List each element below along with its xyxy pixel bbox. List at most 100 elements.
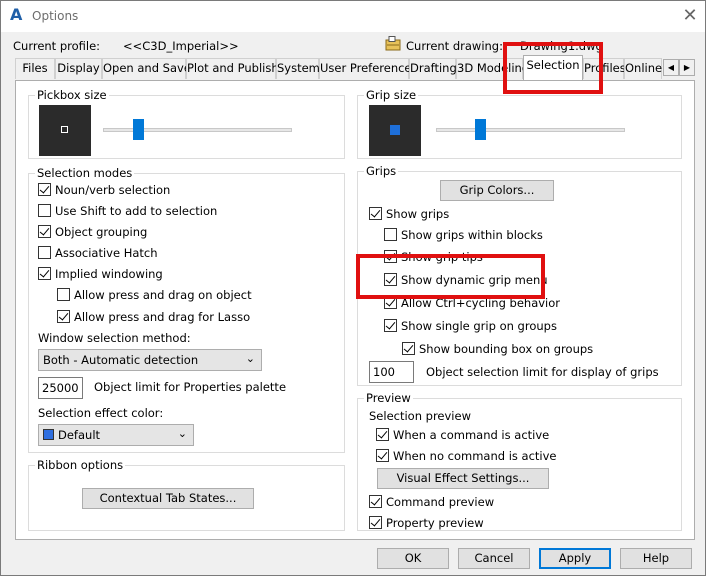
checkbox-label: Property preview	[386, 516, 484, 530]
chevron-down-icon: ⌄	[177, 427, 187, 440]
checkbox-box[interactable]	[38, 204, 51, 217]
checkbox-box[interactable]	[38, 267, 51, 280]
checkbox-box[interactable]	[384, 228, 397, 241]
selection-modes-group: Selection modes Noun/verb selection Use …	[28, 166, 345, 453]
checkbox-label: Show grips	[386, 207, 450, 221]
checkbox-box[interactable]	[376, 428, 389, 441]
cancel-button[interactable]: Cancel	[458, 548, 530, 569]
command-preview-checkbox[interactable]: Command preview	[369, 495, 494, 511]
pickbox-preview	[39, 105, 91, 156]
pickbox-size-title: Pickbox size	[35, 88, 109, 102]
press-drag-lasso-checkbox[interactable]: Allow press and drag for Lasso	[57, 310, 250, 326]
tab-display[interactable]: Display	[55, 58, 102, 79]
preview-title: Preview	[364, 391, 413, 405]
checkbox-box[interactable]	[369, 495, 382, 508]
checkbox-box[interactable]	[38, 246, 51, 259]
tab-plot-and-publish[interactable]: Plot and Publish	[186, 58, 279, 79]
color-swatch	[43, 429, 54, 440]
selection-tab-page: Pickbox size Selection modes Noun/verb s…	[15, 80, 695, 540]
selection-modes-title: Selection modes	[35, 166, 135, 180]
single-grip-groups-checkbox[interactable]: Show single grip on groups	[384, 319, 557, 335]
current-profile-label: Current profile:	[13, 39, 101, 53]
checkbox-label: Command preview	[386, 495, 495, 509]
checkbox-box[interactable]	[38, 183, 51, 196]
checkbox-box[interactable]	[57, 310, 70, 323]
checkbox-box[interactable]	[57, 288, 70, 301]
current-drawing-label: Current drawing:	[406, 39, 503, 53]
object-grouping-checkbox[interactable]: Object grouping	[38, 225, 147, 241]
grip-square	[390, 125, 400, 135]
tab-scroll-right-icon[interactable]: ▶	[679, 59, 695, 76]
dynamic-grip-menu-highlight	[356, 254, 545, 299]
visual-effect-settings-button[interactable]: Visual Effect Settings...	[377, 468, 549, 489]
dropdown-value: Default	[58, 428, 101, 442]
window-selection-method-dropdown[interactable]: Both - Automatic detection ⌄	[38, 349, 262, 371]
checkbox-label: When a command is active	[393, 428, 550, 442]
object-limit-input[interactable]: 25000	[38, 377, 83, 399]
grip-preview	[369, 105, 421, 156]
dropdown-value: Both - Automatic detection	[43, 353, 199, 367]
grips-within-blocks-checkbox[interactable]: Show grips within blocks	[384, 228, 543, 244]
grip-colors-button[interactable]: Grip Colors...	[440, 180, 554, 201]
ribbon-options-group: Ribbon options Contextual Tab States...	[28, 458, 345, 531]
checkbox-box[interactable]	[402, 342, 415, 355]
contextual-tab-states-button[interactable]: Contextual Tab States...	[82, 488, 254, 509]
autocad-logo-icon: A	[10, 5, 23, 24]
pickbox-slider-thumb[interactable]	[133, 119, 145, 140]
noun-verb-selection-checkbox[interactable]: Noun/verb selection	[38, 183, 170, 199]
grip-limit-input[interactable]: 100	[369, 361, 414, 383]
tab-open-and-save[interactable]: Open and Save	[102, 58, 191, 79]
checkbox-label: Allow press and drag on object	[74, 288, 252, 302]
checkbox-label: Associative Hatch	[55, 246, 158, 260]
use-shift-checkbox[interactable]: Use Shift to add to selection	[38, 204, 217, 220]
grip-slider-thumb[interactable]	[475, 119, 487, 140]
apply-button[interactable]: Apply	[539, 548, 611, 569]
close-icon[interactable]: ✕	[677, 4, 703, 28]
no-command-active-checkbox[interactable]: When no command is active	[376, 449, 557, 465]
window-selection-method-label: Window selection method:	[38, 331, 191, 345]
property-preview-checkbox[interactable]: Property preview	[369, 516, 484, 532]
show-grips-checkbox[interactable]: Show grips	[369, 207, 449, 223]
checkbox-label: Object grouping	[55, 225, 148, 239]
chevron-down-icon: ⌄	[245, 352, 255, 365]
checkbox-box[interactable]	[369, 207, 382, 220]
pickbox-slider-track	[103, 128, 292, 132]
checkbox-label: Allow press and drag for Lasso	[74, 310, 251, 324]
grips-title: Grips	[364, 164, 399, 178]
selection-preview-label: Selection preview	[369, 409, 471, 423]
checkbox-box[interactable]	[376, 449, 389, 462]
checkbox-box[interactable]	[38, 225, 51, 238]
grip-size-group: Grip size	[357, 88, 682, 159]
tab-online[interactable]: Online	[624, 58, 662, 79]
options-dialog: A Options ✕ Current profile: <<C3D_Imper…	[0, 0, 706, 576]
window-title: Options	[32, 9, 79, 23]
ribbon-options-title: Ribbon options	[35, 458, 126, 472]
bounding-box-groups-checkbox[interactable]: Show bounding box on groups	[402, 342, 593, 358]
press-drag-object-checkbox[interactable]: Allow press and drag on object	[57, 288, 252, 304]
checkbox-label: Show grips within blocks	[401, 228, 543, 242]
checkbox-box[interactable]	[384, 319, 397, 332]
grip-limit-label: Object selection limit for display of gr…	[426, 365, 659, 379]
object-limit-label: Object limit for Properties palette	[94, 380, 287, 394]
associative-hatch-checkbox[interactable]: Associative Hatch	[38, 246, 158, 262]
command-active-checkbox[interactable]: When a command is active	[376, 428, 549, 444]
ok-button[interactable]: OK	[377, 548, 449, 569]
tab-user-preferences[interactable]: User Preferences	[319, 58, 418, 79]
help-button[interactable]: Help	[620, 548, 692, 569]
tab-drafting[interactable]: Drafting	[409, 58, 457, 79]
current-profile-value: <<C3D_Imperial>>	[123, 39, 239, 53]
pickbox-size-group: Pickbox size	[28, 88, 345, 159]
tab-scroll-left-icon[interactable]: ◀	[663, 59, 679, 76]
checkbox-label: Show single grip on groups	[401, 319, 557, 333]
tab-selection[interactable]: Selection	[523, 55, 583, 80]
title-bar: A Options ✕	[1, 1, 705, 32]
tab-files[interactable]: Files	[15, 58, 55, 79]
checkbox-label: Noun/verb selection	[55, 183, 171, 197]
grip-size-title: Grip size	[364, 88, 419, 102]
checkbox-box[interactable]	[369, 516, 382, 529]
selection-effect-color-dropdown[interactable]: Default ⌄	[38, 424, 194, 446]
checkbox-label: Show bounding box on groups	[419, 342, 594, 356]
tab-system[interactable]: System	[276, 58, 320, 79]
pickbox-square	[61, 126, 68, 133]
implied-windowing-checkbox[interactable]: Implied windowing	[38, 267, 163, 283]
